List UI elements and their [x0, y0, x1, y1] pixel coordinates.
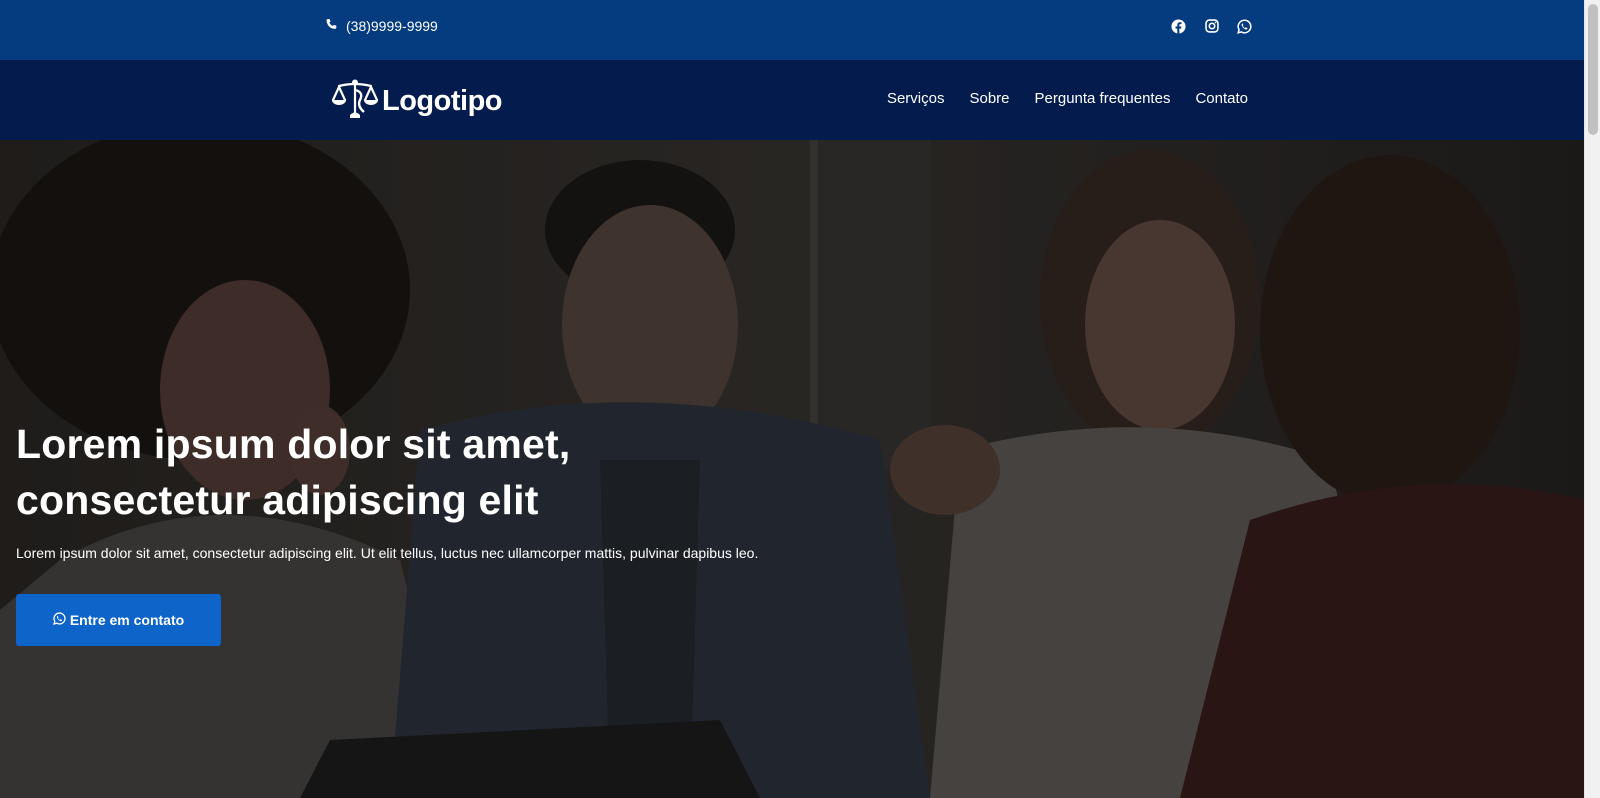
nav-item-sobre[interactable]: Sobre [969, 90, 1009, 107]
scrollbar-thumb[interactable] [1588, 4, 1598, 135]
facebook-icon [1171, 18, 1186, 39]
hero-description: Lorem ipsum dolor sit amet, consectetur … [16, 545, 759, 561]
main-navigation: Logotipo Serviços Sobre Pergunta frequen… [0, 60, 1584, 140]
hero-content: Lorem ipsum dolor sit amet, consectetur … [16, 416, 816, 646]
nav-item-perguntas-frequentes[interactable]: Pergunta frequentes [1035, 90, 1171, 107]
instagram-icon [1204, 19, 1219, 38]
nav-menu: Serviços Sobre Pergunta frequentes Conta… [887, 90, 1248, 107]
nav-item-servicos[interactable]: Serviços [887, 90, 945, 107]
contact-cta-button[interactable]: Entre em contato [16, 594, 221, 646]
nav-item-contato[interactable]: Contato [1195, 90, 1248, 107]
facebook-link[interactable] [1170, 18, 1187, 39]
page: (38)9999-9999 Logotipo Serviços Sobre Pe… [0, 0, 1600, 798]
social-links [1170, 18, 1253, 39]
whatsapp-icon [1237, 18, 1252, 39]
instagram-link[interactable] [1203, 19, 1220, 38]
logo-text: Logotipo [382, 85, 503, 117]
hero-section: Lorem ipsum dolor sit amet, consectetur … [0, 140, 1584, 798]
page-scrollbar[interactable] [1584, 0, 1600, 798]
hero-title-line-2: consectetur adipiscing elit [16, 477, 539, 523]
phone-number: (38)9999-9999 [346, 18, 438, 34]
hero-title-line-1: Lorem ipsum dolor sit amet, [16, 421, 571, 467]
site-logo[interactable]: Logotipo [330, 78, 503, 125]
whatsapp-link[interactable] [1236, 18, 1253, 39]
phone-icon [325, 18, 338, 34]
top-contact-bar: (38)9999-9999 [0, 0, 1584, 60]
hero-title: Lorem ipsum dolor sit amet, consectetur … [16, 416, 816, 528]
phone-contact[interactable]: (38)9999-9999 [325, 18, 438, 34]
cta-label: Entre em contato [69, 612, 185, 628]
scales-of-justice-icon [330, 78, 380, 125]
whatsapp-icon [52, 612, 66, 628]
